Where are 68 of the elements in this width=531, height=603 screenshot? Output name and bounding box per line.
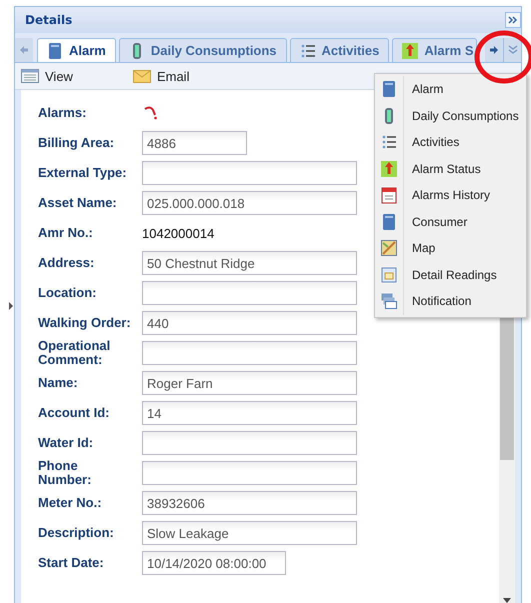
alert-icon: [381, 160, 397, 178]
input-field[interactable]: [142, 161, 357, 185]
view-button[interactable]: View: [21, 68, 73, 84]
field-label: Billing Area:: [38, 136, 116, 150]
tab[interactable]: Alarm S: [392, 38, 476, 62]
email-button[interactable]: Email: [132, 68, 190, 84]
input-field[interactable]: 14: [142, 401, 357, 425]
input-field[interactable]: Roger Farn: [142, 371, 357, 395]
panel-title: Details: [25, 13, 72, 27]
document-icon: [381, 212, 397, 231]
input-field[interactable]: Slow Leakage: [142, 521, 357, 545]
double-chevron-down-icon: [508, 45, 518, 55]
field-label: Meter No.:: [38, 496, 103, 510]
input-field[interactable]: 50 Chestnut Ridge: [142, 251, 357, 275]
input-field[interactable]: [142, 281, 357, 305]
list-icon: [381, 133, 397, 152]
tab-menu-button[interactable]: [503, 38, 521, 62]
alert-icon: [402, 42, 418, 60]
input-field[interactable]: [142, 461, 357, 485]
window-icon: [21, 69, 39, 83]
field-label: Asset Name:: [38, 196, 118, 210]
left-arrow-icon: [19, 45, 29, 55]
menu-item[interactable]: Activities: [375, 129, 526, 156]
menu-item[interactable]: Alarm: [375, 76, 526, 102]
field-label: Location:: [38, 286, 98, 300]
double-chevron-right-icon: [508, 15, 518, 25]
menu-item[interactable]: Detail Readings: [375, 262, 526, 288]
input-field[interactable]: 38932606: [142, 491, 357, 515]
input-field[interactable]: [142, 341, 357, 365]
notification-icon: [381, 292, 397, 310]
expand-button[interactable]: [505, 12, 521, 28]
field-label: Account Id:: [38, 406, 110, 420]
right-arrow-icon: [489, 45, 499, 55]
field-label: Start Date:: [38, 556, 105, 570]
menu-item[interactable]: Consumer: [375, 208, 526, 235]
field-label: Name:: [38, 376, 79, 390]
field-label: Walking Order:: [38, 316, 131, 330]
map-icon: [381, 239, 397, 258]
calendar-icon: [381, 186, 397, 204]
field-label: Operational Comment:: [38, 339, 112, 367]
menu-item[interactable]: Alarm Status: [375, 156, 526, 182]
field-label: External Type:: [38, 166, 128, 180]
tab[interactable]: Activities: [290, 38, 390, 62]
input-field[interactable]: 440: [142, 311, 357, 335]
field-label: Water Id:: [38, 436, 94, 450]
menu-item[interactable]: Alarms History: [375, 182, 526, 208]
field-value: 1042000014: [142, 226, 214, 240]
scroll-down-arrow-icon[interactable]: [503, 598, 511, 603]
field-label: Amr No.:: [38, 226, 94, 240]
tab[interactable]: Alarm: [37, 38, 116, 62]
list-icon: [300, 42, 316, 60]
menu-item[interactable]: Daily Consumptions: [375, 102, 526, 129]
menu-item[interactable]: Notification: [375, 288, 526, 314]
scroll-left-button[interactable]: [15, 38, 33, 62]
menu-item[interactable]: Map: [375, 235, 526, 262]
field-label: Address:: [38, 256, 96, 270]
field-label: Description:: [38, 526, 115, 540]
input-field[interactable]: 10/14/2020 08:00:00: [142, 551, 286, 575]
field-label: Phone Number:: [38, 459, 92, 487]
field-label: Alarms:: [38, 106, 88, 120]
input-field[interactable]: 025.000.000.018: [142, 191, 357, 215]
tab[interactable]: Daily Consumptions: [118, 38, 287, 62]
document-icon: [47, 42, 63, 60]
input-field[interactable]: [142, 431, 357, 455]
input-field[interactable]: 4886: [142, 131, 247, 155]
document-icon: [381, 80, 397, 98]
envelope-icon: [132, 69, 151, 83]
scroll-right-button[interactable]: [485, 38, 503, 62]
